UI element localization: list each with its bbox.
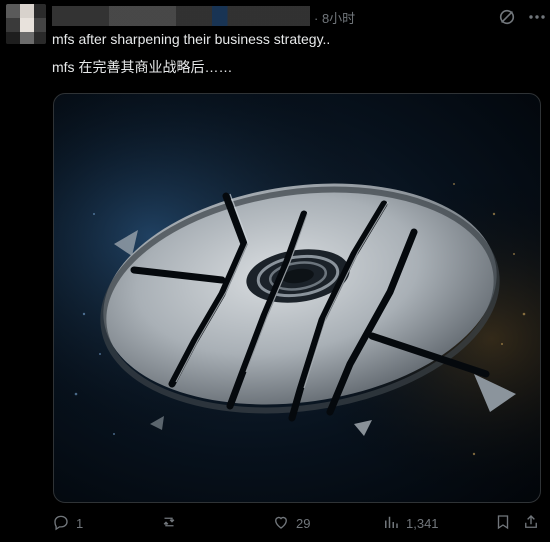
grok-icon[interactable] xyxy=(498,8,516,26)
post-image[interactable] xyxy=(53,93,541,503)
post-text-english: mfs after sharpening their business stra… xyxy=(52,31,331,47)
retweet-button[interactable] xyxy=(160,512,184,534)
retweet-icon xyxy=(160,513,178,534)
redacted-username[interactable] xyxy=(52,6,310,26)
post-text-chinese: mfs 在完善其商业战略后…… xyxy=(52,59,233,75)
reply-button[interactable]: 1 xyxy=(52,512,83,534)
more-icon[interactable] xyxy=(526,8,548,26)
post-time[interactable]: · 8小时 xyxy=(314,8,355,27)
action-bar: 1 29 1,341 xyxy=(52,512,542,534)
reply-icon xyxy=(52,513,70,534)
avatar[interactable] xyxy=(6,4,46,44)
bookmark-button[interactable] xyxy=(494,512,512,534)
views-button[interactable]: 1,341 xyxy=(382,512,439,534)
heart-icon xyxy=(272,513,290,534)
views-chart-icon xyxy=(382,513,400,534)
like-button[interactable]: 29 xyxy=(272,512,310,534)
tweet[interactable]: · 8小时 mfs after sharpening their busines… xyxy=(0,0,550,542)
views-count: 1,341 xyxy=(406,515,439,531)
broken-disc-image xyxy=(54,94,540,502)
share-icon xyxy=(522,513,540,534)
reply-count: 1 xyxy=(76,515,84,531)
share-button[interactable] xyxy=(522,512,540,534)
post-header: · 8小时 xyxy=(52,6,545,28)
like-count: 29 xyxy=(296,515,311,531)
bookmark-icon xyxy=(494,513,512,534)
